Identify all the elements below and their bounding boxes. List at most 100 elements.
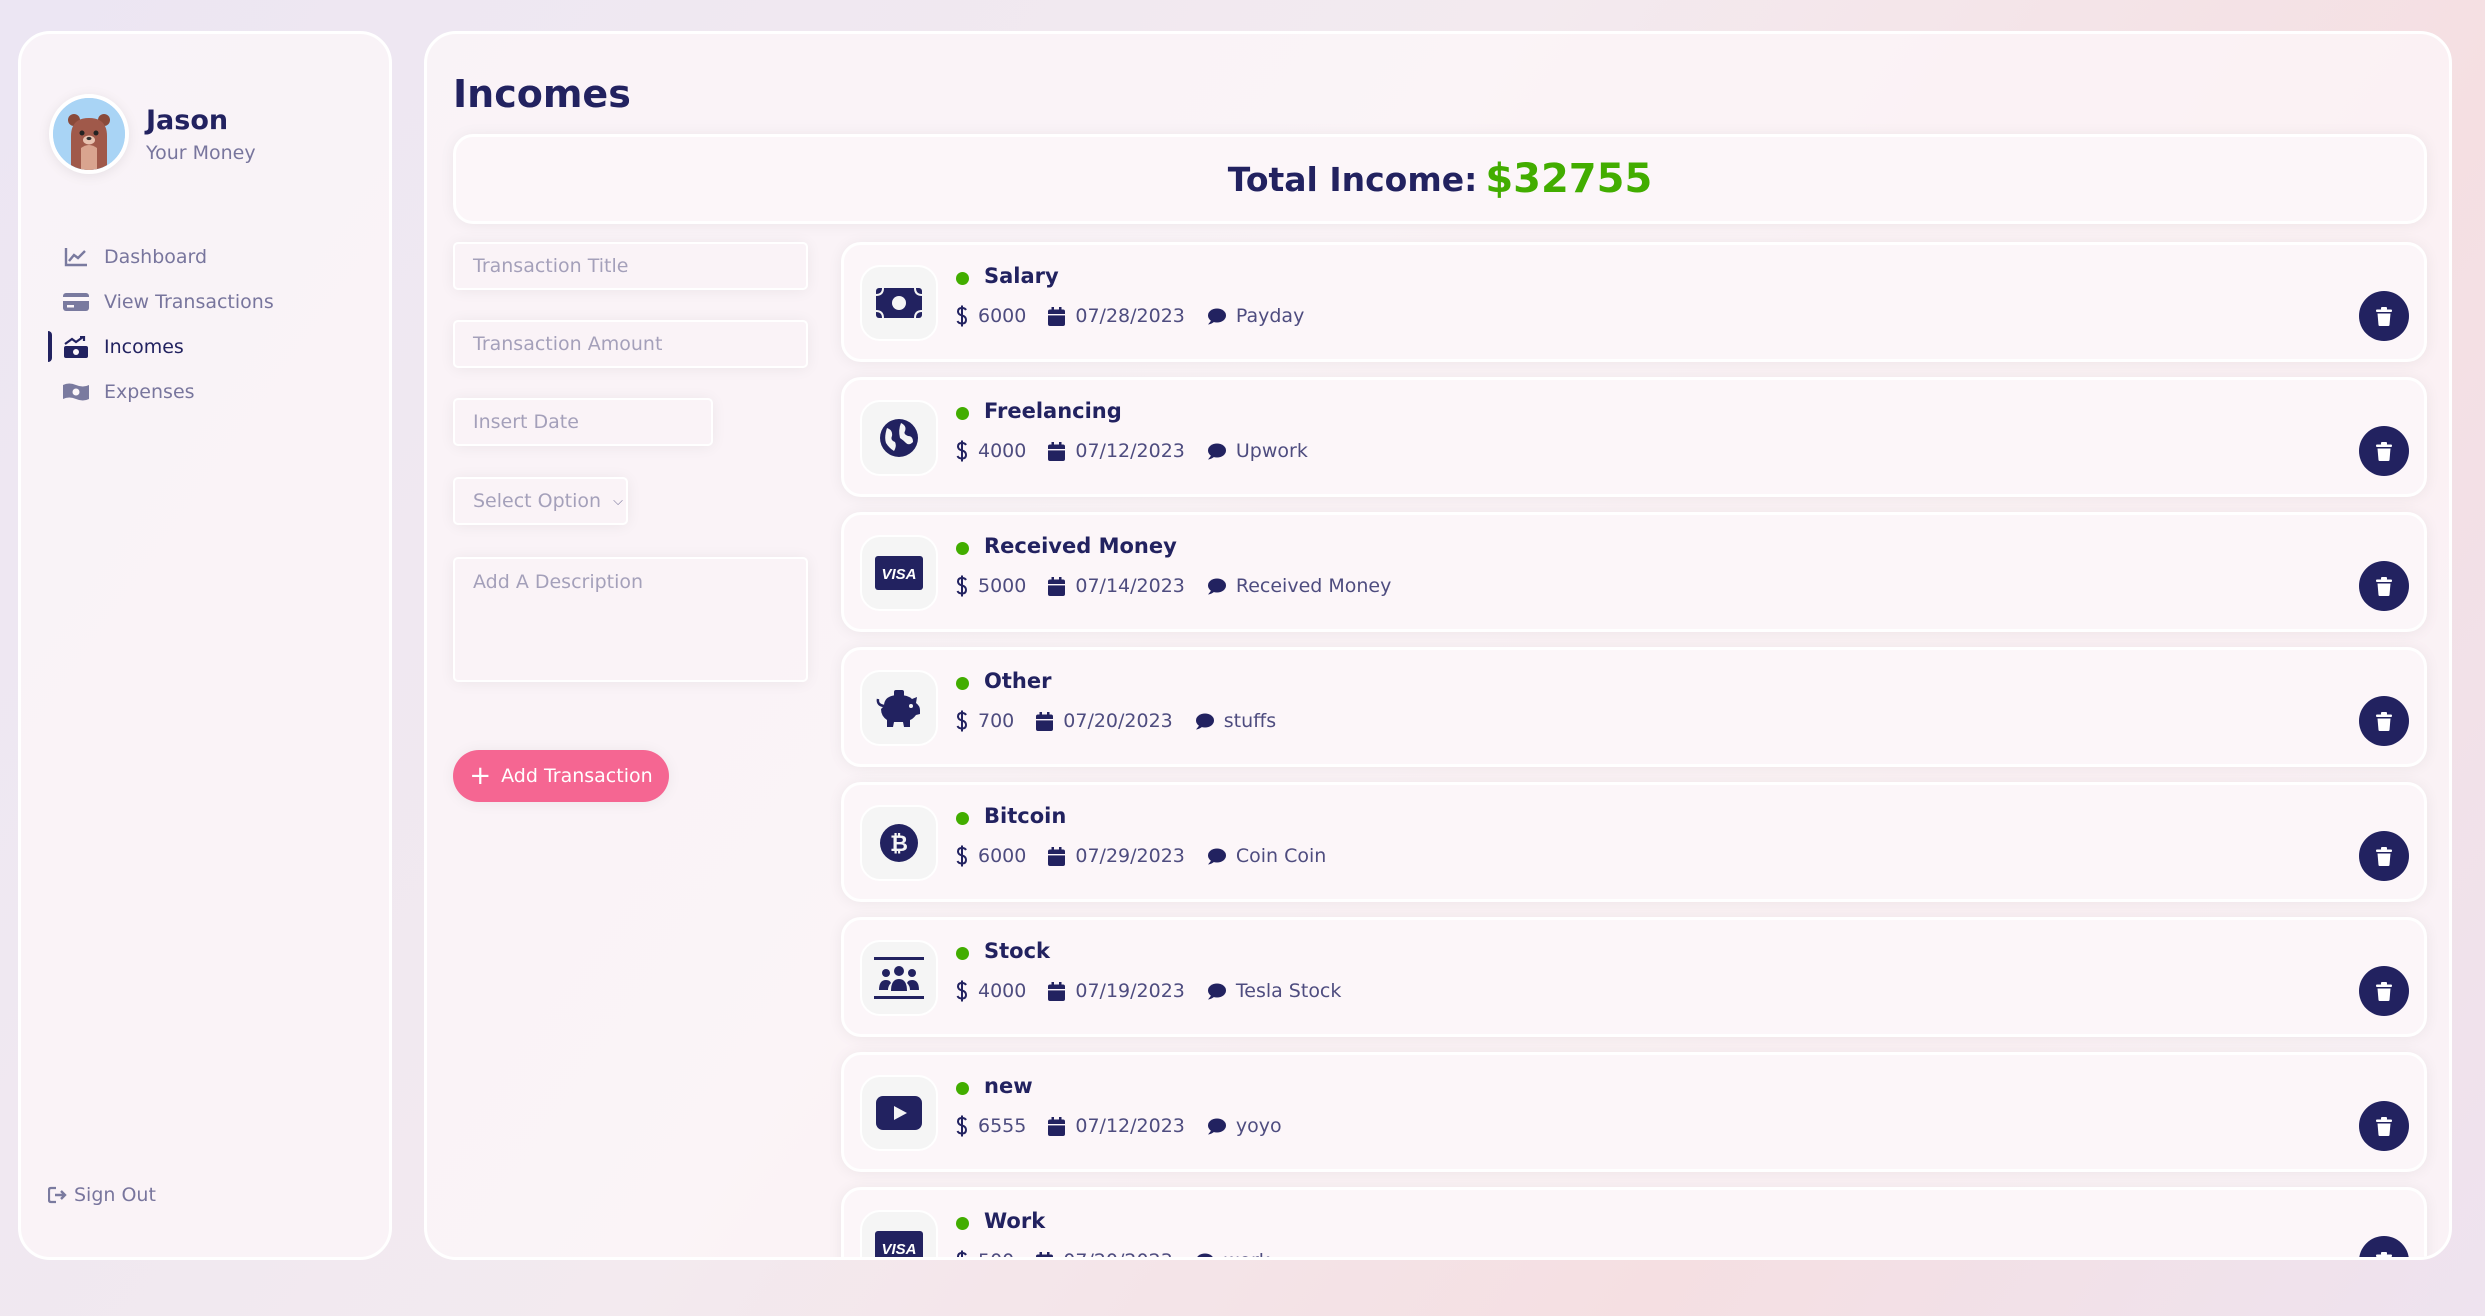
- amount-input[interactable]: Transaction Amount: [453, 320, 808, 368]
- delete-button[interactable]: [2359, 426, 2409, 476]
- dollar-icon: [956, 1250, 967, 1257]
- trash-icon: [2376, 1251, 2392, 1257]
- avatar: [49, 94, 129, 174]
- total-income-box: Total Income: $32755: [453, 134, 2427, 224]
- income-meta: 6555 07/12/2023 yoyo: [956, 1115, 1304, 1137]
- income-amount: 6555: [978, 1115, 1027, 1137]
- income-description: stuffs: [1223, 710, 1277, 732]
- dollar-icon: [956, 710, 968, 732]
- sidebar-nav: Dashboard View Transactions Incomes Expe…: [21, 234, 389, 414]
- sidebar-item-incomes[interactable]: Incomes: [21, 324, 389, 369]
- calendar-icon: [1048, 981, 1066, 1001]
- comment-icon: [1207, 848, 1226, 864]
- chevron-down-icon: ⌵: [613, 493, 623, 509]
- calendar-icon: [1048, 846, 1066, 866]
- income-amount: 4000: [978, 980, 1027, 1002]
- income-description: work: [1224, 1250, 1270, 1257]
- calendar-icon: [1048, 1116, 1066, 1136]
- sidebar-item-label: Expenses: [104, 380, 195, 403]
- money-bill-wave-icon: [63, 381, 89, 403]
- status-dot: [956, 272, 969, 285]
- income-title: new: [984, 1074, 1033, 1098]
- sign-out-button[interactable]: Sign Out: [48, 1184, 156, 1206]
- plus-icon: +: [469, 761, 492, 791]
- income-title: Other: [984, 669, 1052, 693]
- chart-line-icon: [63, 246, 89, 268]
- category-icon-box: [860, 1075, 938, 1151]
- status-dot: [956, 677, 969, 690]
- income-item: Salary 6000 07/28/2023 Payday: [841, 242, 2427, 362]
- income-title: Salary: [984, 264, 1059, 288]
- calendar-icon: [1048, 306, 1066, 326]
- main-panel: Incomes Total Income: $32755 Transaction…: [424, 31, 2452, 1260]
- income-amount: 6000: [978, 845, 1027, 867]
- trash-icon: [2376, 711, 2392, 731]
- sidebar-item-expenses[interactable]: Expenses: [21, 369, 389, 414]
- total-income-label: Total Income:: [1227, 159, 1478, 199]
- income-description: yoyo: [1235, 1115, 1282, 1137]
- income-meta: 700 07/20/2023 stuffs: [956, 710, 1298, 732]
- add-transaction-button[interactable]: + Add Transaction: [453, 750, 669, 802]
- delete-button[interactable]: [2359, 966, 2409, 1016]
- income-meta: 5000 07/14/2023 Received Money: [956, 575, 1413, 597]
- delete-button[interactable]: [2359, 561, 2409, 611]
- income-item: Freelancing 4000 07/12/2023 Upwork: [841, 377, 2427, 497]
- income-description: Payday: [1235, 305, 1305, 327]
- income-meta: 500 07/20/2023 work: [956, 1250, 1292, 1257]
- trash-icon: [2376, 576, 2392, 596]
- calendar-icon: [1036, 711, 1054, 731]
- income-meta: 6000 07/28/2023 Payday: [956, 305, 1326, 327]
- sign-out-label: Sign Out: [74, 1184, 156, 1206]
- income-date: 07/12/2023: [1075, 440, 1185, 462]
- dollar-icon: [956, 1115, 968, 1137]
- date-input[interactable]: Insert Date: [453, 398, 713, 446]
- trash-icon: [2376, 846, 2392, 866]
- dollar-icon: [956, 575, 968, 597]
- income-item: VISA Received Money 5000 07/14/2023 Rece…: [841, 512, 2427, 632]
- bitcoin-icon: ₿: [880, 824, 918, 862]
- calendar-icon: [1048, 441, 1066, 461]
- income-item: Other 700 07/20/2023 stuffs: [841, 647, 2427, 767]
- sidebar-item-dashboard[interactable]: Dashboard: [21, 234, 389, 279]
- category-select[interactable]: Select Option ⌵: [453, 477, 628, 525]
- comment-icon: [1207, 983, 1226, 999]
- user-profile: Jason Your Money: [49, 94, 256, 174]
- income-meta: 4000 07/12/2023 Upwork: [956, 440, 1330, 462]
- income-meta: 6000 07/29/2023 Coin Coin: [956, 845, 1348, 867]
- select-placeholder: Select Option: [473, 490, 602, 512]
- delete-button[interactable]: [2359, 291, 2409, 341]
- dollar-icon: [956, 845, 968, 867]
- description-textarea[interactable]: Add A Description: [453, 557, 808, 682]
- delete-button[interactable]: [2359, 1236, 2409, 1257]
- sign-out-icon: [48, 1184, 68, 1206]
- user-subtitle: Your Money: [146, 141, 256, 164]
- dollar-icon: [956, 440, 968, 462]
- category-icon-box: VISA: [860, 1210, 938, 1258]
- status-dot: [956, 542, 969, 555]
- income-title: Bitcoin: [984, 804, 1067, 828]
- delete-button[interactable]: [2359, 696, 2409, 746]
- income-amount: 5000: [978, 575, 1027, 597]
- income-item: new 6555 07/12/2023 yoyo: [841, 1052, 2427, 1172]
- date-placeholder: Insert Date: [473, 411, 579, 433]
- trash-icon: [2376, 1116, 2392, 1136]
- income-date: 07/19/2023: [1075, 980, 1185, 1002]
- delete-button[interactable]: [2359, 831, 2409, 881]
- category-icon-box: [860, 400, 938, 476]
- delete-button[interactable]: [2359, 1101, 2409, 1151]
- calendar-icon: [1048, 576, 1066, 596]
- piggy-bank-icon: [876, 690, 920, 727]
- sidebar-item-view-transactions[interactable]: View Transactions: [21, 279, 389, 324]
- income-date: 07/14/2023: [1075, 575, 1185, 597]
- comment-icon: [1207, 1118, 1226, 1134]
- income-item: Stock 4000 07/19/2023 Tesla Stock: [841, 917, 2427, 1037]
- dollar-icon: [956, 980, 968, 1002]
- add-transaction-label: Add Transaction: [501, 765, 653, 787]
- user-name: Jason: [146, 104, 229, 136]
- svg-text:VISA: VISA: [881, 1241, 916, 1258]
- income-amount: 700: [978, 710, 1015, 732]
- calendar-icon: [1036, 1251, 1054, 1257]
- title-input[interactable]: Transaction Title: [453, 242, 808, 290]
- svg-text:₿: ₿: [890, 832, 908, 857]
- income-meta: 4000 07/19/2023 Tesla Stock: [956, 980, 1363, 1002]
